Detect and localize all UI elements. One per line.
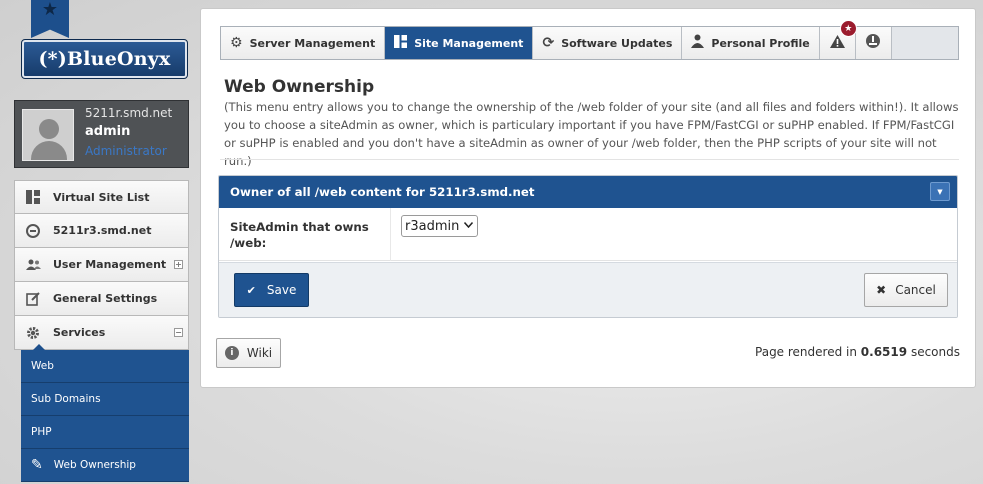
render-prefix: Page rendered in: [755, 345, 857, 359]
render-time: 0.6519: [860, 345, 908, 359]
chevron-down-icon: [464, 221, 474, 231]
divider: [390, 208, 391, 261]
user-name: admin: [85, 124, 131, 139]
sidebar-subitem-sub-domains[interactable]: Sub Domains: [21, 383, 189, 416]
siteadmin-select[interactable]: r3admin: [401, 215, 479, 237]
divider: [220, 159, 959, 160]
blueonyx-logo[interactable]: (*)BlueOnyx: [21, 39, 188, 79]
gear-icon: [25, 325, 41, 341]
render-suffix: seconds: [910, 345, 960, 359]
sidebar-item-site[interactable]: 5211r3.smd.net: [14, 214, 189, 248]
sidebar-subitem-web[interactable]: Web: [21, 350, 189, 383]
ribbon-bookmark: ★: [31, 0, 69, 38]
grid-icon: [394, 34, 408, 52]
cancel-label: Cancel: [895, 283, 936, 297]
expand-icon[interactable]: +: [174, 260, 183, 269]
tab-label: Software Updates: [561, 36, 673, 50]
tab-software-updates[interactable]: ⟳ Software Updates: [533, 27, 683, 59]
form-title: Owner of all /web content for 5211r3.smd…: [230, 185, 535, 199]
sidebar-item-user-management[interactable]: User Management +: [14, 248, 189, 282]
users-icon: [25, 257, 41, 273]
tab-logout[interactable]: [855, 27, 892, 59]
sidebar-item-label: User Management: [53, 258, 167, 271]
form-actions: ✔ Save ✖ Cancel: [219, 262, 957, 317]
sidebar-subitem-label: PHP: [31, 426, 52, 438]
star-icon: ★: [41, 0, 59, 20]
sidebar-item-label: Services: [53, 326, 106, 339]
collapse-panel-button[interactable]: ▼: [930, 182, 950, 201]
main-panel: ⚙ Server Management Site Management ⟳ So…: [200, 8, 976, 388]
logout-icon: [866, 34, 881, 52]
tab-site-management[interactable]: Site Management: [385, 27, 534, 59]
sidebar-subitem-label: Sub Domains: [31, 393, 101, 405]
form-row-siteadmin: SiteAdmin that owns /web: r3admin: [219, 208, 957, 261]
info-icon: i: [224, 346, 239, 360]
wiki-button[interactable]: i Wiki: [216, 338, 281, 368]
user-panel: 5211r.smd.net admin Administrator: [14, 100, 189, 168]
sidebar-item-label: Virtual Site List: [53, 190, 150, 204]
sidebar-nav: Virtual Site List 5211r3.smd.net User Ma…: [14, 180, 189, 482]
tab-bar-filler: [891, 27, 958, 59]
ownership-form: Owner of all /web content for 5211r3.smd…: [218, 175, 958, 318]
site-icon: [25, 223, 41, 239]
sidebar-item-general-settings[interactable]: General Settings: [14, 282, 189, 316]
page-title: Web Ownership: [224, 77, 375, 97]
edit-icon: [25, 291, 41, 307]
save-label: Save: [266, 283, 297, 297]
sidebar-subitem-label: Web: [31, 360, 54, 372]
siteadmin-label: SiteAdmin that owns /web:: [230, 220, 369, 250]
sidebar-subitem-web-ownership[interactable]: ✎ Web Ownership: [21, 449, 189, 482]
save-button[interactable]: ✔ Save: [234, 273, 309, 307]
sidebar-item-virtual-site-list[interactable]: Virtual Site List: [14, 180, 189, 214]
cancel-button[interactable]: ✖ Cancel: [864, 273, 948, 307]
user-host: 5211r.smd.net: [85, 106, 173, 120]
sidebar-subitem-label: Web Ownership: [53, 459, 136, 471]
tab-notifications[interactable]: ★: [819, 20, 857, 59]
tab-label: Site Management: [414, 36, 524, 50]
warning-icon: [829, 34, 845, 52]
list-icon: [25, 189, 41, 205]
sidebar-subitem-php[interactable]: PHP: [21, 416, 189, 449]
render-time-info: Page rendered in 0.6519 seconds: [755, 345, 960, 359]
sidebar-item-services[interactable]: Services −: [14, 316, 189, 350]
close-icon: ✖: [876, 283, 887, 297]
form-header: Owner of all /web content for 5211r3.smd…: [219, 176, 957, 208]
wiki-label: Wiki: [246, 346, 273, 360]
gear-icon: ⚙: [230, 35, 243, 51]
pencil-icon: ✎: [31, 457, 43, 473]
tab-server-management[interactable]: ⚙ Server Management: [221, 27, 386, 59]
siteadmin-select-value: r3admin: [405, 218, 460, 234]
collapse-icon[interactable]: −: [174, 328, 183, 337]
top-tabs: ⚙ Server Management Site Management ⟳ So…: [220, 20, 959, 60]
refresh-icon: ⟳: [542, 35, 555, 51]
check-icon: ✔: [246, 283, 256, 297]
tab-label: Server Management: [249, 36, 376, 50]
user-role-link[interactable]: Administrator: [85, 144, 167, 158]
notification-badge: ★: [839, 20, 857, 37]
sidebar-item-label: General Settings: [53, 292, 158, 305]
avatar: [22, 109, 74, 161]
tab-label: Personal Profile: [711, 36, 810, 50]
sidebar-item-label: 5211r3.smd.net: [53, 224, 152, 237]
person-icon: [691, 34, 705, 52]
tab-personal-profile[interactable]: Personal Profile: [682, 27, 820, 59]
